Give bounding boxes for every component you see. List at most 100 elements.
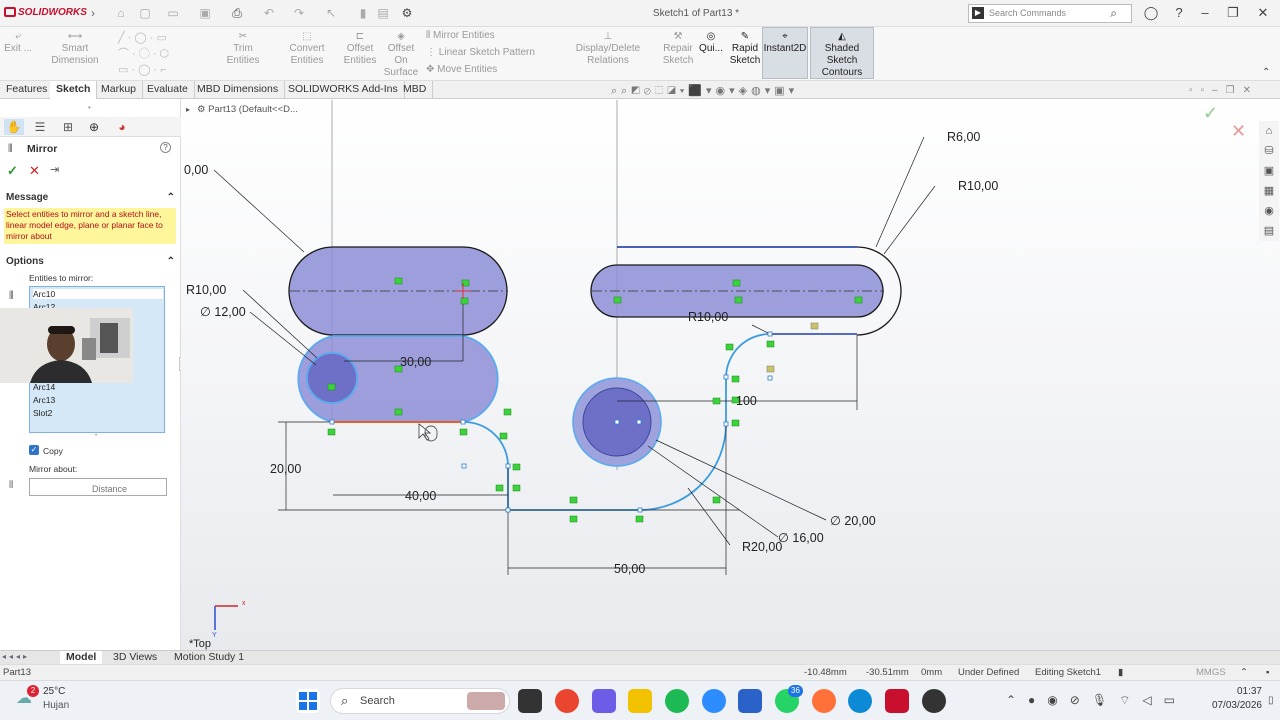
- feature-manager-icon[interactable]: ✋: [4, 119, 24, 135]
- trim-entities-button[interactable]: ✂ Trim Entities: [216, 31, 270, 67]
- offset-on-surface-button[interactable]: ◈ Offset On Surface: [380, 31, 422, 79]
- cancel-x-icon[interactable]: ✕: [29, 163, 40, 179]
- tab-3d-views[interactable]: 3D Views: [107, 651, 163, 665]
- task-pane-tabs[interactable]: ⌂ ⛁ ▣ ▦ ◉ ▤: [1259, 121, 1279, 241]
- display-delete-relations-button[interactable]: ⊥ Display/Delete Relations: [556, 31, 660, 67]
- offset-entities-button[interactable]: ⊏ Offset Entities: [342, 31, 378, 67]
- rebuild-icon[interactable]: ▮: [356, 6, 370, 20]
- list-resize-grip[interactable]: •: [95, 433, 97, 439]
- tab-scroll-arrows[interactable]: ◂◂◂▸: [2, 652, 30, 661]
- solidworks-logo[interactable]: SOLIDWORKS: [4, 7, 87, 18]
- rebuild-icon[interactable]: ▮: [1118, 667, 1123, 678]
- mirror-entities-button[interactable]: ⫴ Mirror Entities: [426, 30, 495, 42]
- shaded-sketch-contours-button[interactable]: ◭ Shaded Sketch Contours: [810, 27, 874, 79]
- chevron-up-icon[interactable]: ⌃: [1240, 667, 1248, 678]
- save-icon[interactable]: ▣: [198, 6, 212, 20]
- message-header[interactable]: Message ⌃: [0, 190, 181, 206]
- chrome-icon[interactable]: [555, 689, 579, 713]
- sketch-svg[interactable]: 0,00 R10,00 ∅ 12,00 30,00 20,00 40,00 R1…: [181, 99, 1280, 650]
- webcam-image: [0, 308, 133, 383]
- print-icon[interactable]: ⎙: [230, 6, 244, 20]
- list-item[interactable]: Arc14: [33, 382, 55, 392]
- document-title: Sketch1 of Part13 *: [652, 8, 740, 19]
- list-item[interactable]: Arc10: [33, 289, 163, 299]
- status-y: -30.51mm: [866, 667, 909, 678]
- options-header[interactable]: Options ⌃: [0, 254, 181, 270]
- copy-checkbox[interactable]: ✓: [29, 445, 39, 455]
- linear-sketch-pattern-button[interactable]: ⋮ Linear Sketch Pattern: [426, 47, 535, 59]
- search-commands-input[interactable]: ▶ Search Commands ⌕: [968, 4, 1132, 23]
- task-view-icon[interactable]: [518, 689, 542, 713]
- taskbar-search[interactable]: ⌕ Search: [330, 688, 510, 714]
- rapid-sketch-button[interactable]: ✎ Rapid Sketch: [728, 31, 762, 67]
- viewport-controls[interactable]: ▫▫–❐✕: [1189, 85, 1259, 96]
- display-manager-icon[interactable]: ◕: [112, 119, 132, 135]
- windows-start-icon[interactable]: [296, 689, 320, 713]
- edge-icon[interactable]: [848, 689, 872, 713]
- tab-model[interactable]: Model: [60, 651, 103, 665]
- undo-icon[interactable]: ↶: [262, 6, 276, 20]
- move-entities-button[interactable]: ✥ Move Entities: [426, 64, 497, 76]
- property-manager-icon[interactable]: ☰: [30, 119, 50, 135]
- clock-date[interactable]: 07/03/2026: [1208, 700, 1262, 711]
- zoom-icon[interactable]: [702, 689, 726, 713]
- tab-solidworks-addins[interactable]: SOLIDWORKS Add-Ins: [282, 81, 405, 99]
- smart-dimension-button[interactable]: ⟷ Smart Dimension: [38, 31, 112, 67]
- tab-markup[interactable]: Markup: [95, 81, 144, 99]
- chevron-right-icon[interactable]: ›: [86, 6, 100, 20]
- solidworks-taskbar-icon[interactable]: [885, 689, 909, 713]
- spotify-icon[interactable]: [665, 689, 689, 713]
- open-icon[interactable]: ▭: [166, 6, 180, 20]
- help-icon[interactable]: ?: [1170, 5, 1188, 21]
- file-explorer-icon[interactable]: [628, 689, 652, 713]
- pushpin-icon[interactable]: ⇥: [50, 163, 59, 176]
- tab-mbd-dimensions[interactable]: MBD Dimensions: [191, 81, 286, 99]
- options-gear-icon[interactable]: ⚙: [400, 6, 414, 20]
- list-item[interactable]: Arc13: [33, 395, 55, 405]
- dim-text: ∅ 20,00: [830, 514, 876, 528]
- instant2d-button[interactable]: ⌖ Instant2D: [762, 27, 808, 79]
- store-icon[interactable]: [738, 689, 762, 713]
- firefox-icon[interactable]: [812, 689, 836, 713]
- help-icon[interactable]: ?: [160, 142, 171, 153]
- search-icon[interactable]: ⌕: [1110, 6, 1117, 21]
- dimxpert-icon[interactable]: ⊕: [84, 119, 104, 135]
- user-icon[interactable]: ◯: [1142, 5, 1160, 21]
- mouse-cursor-icon: [418, 423, 438, 442]
- convert-entities-button[interactable]: ⬚ Convert Entities: [272, 31, 342, 67]
- minimize-icon[interactable]: –: [1196, 5, 1214, 21]
- quick-snaps-button[interactable]: ◎ Qui...: [698, 31, 724, 55]
- clock-time[interactable]: 01:37: [1228, 686, 1262, 697]
- repair-sketch-button[interactable]: ⚒ Repair Sketch: [660, 31, 696, 67]
- tab-sketch[interactable]: Sketch: [50, 81, 98, 99]
- select-icon[interactable]: ↖: [324, 6, 338, 20]
- copilot-icon[interactable]: [592, 689, 616, 713]
- tab-mbd[interactable]: MBD: [397, 81, 434, 99]
- obs-icon[interactable]: [922, 689, 946, 713]
- notification-icon[interactable]: ▯: [1268, 695, 1274, 706]
- heads-up-toolbar[interactable]: ⌕⌕◩⊘⬚◪▾⬛▾◉▾◈◍▾▣▾: [611, 84, 798, 98]
- copy-label: Copy: [43, 446, 63, 456]
- sketch-entities-group[interactable]: ╱ · ◯ · ▭ ⌒ · ◯ · ⬡ ▭ · ◯ · ⌐: [118, 30, 210, 78]
- exit-sketch-button[interactable]: ⤶ Exit ...: [4, 31, 32, 55]
- dim-text: R10,00: [186, 283, 226, 297]
- tab-features[interactable]: Features: [0, 81, 55, 99]
- status-button[interactable]: ▪: [1266, 667, 1269, 678]
- system-tray-icons[interactable]: ⌃●◉⊘🎙⌔◁▭: [1006, 693, 1187, 708]
- redo-icon[interactable]: ↷: [292, 6, 306, 20]
- graphics-area[interactable]: ▸ ⚙ Part13 (Default<<D... ⌕⌕◩⊘⬚◪▾⬛▾◉▾◈◍▾…: [181, 85, 1280, 650]
- mirror-about-field[interactable]: Distance: [29, 478, 167, 496]
- collapse-icon[interactable]: ⌃: [1262, 67, 1270, 78]
- home-icon[interactable]: ⌂: [114, 6, 128, 20]
- tab-evaluate[interactable]: Evaluate: [141, 81, 195, 99]
- status-units[interactable]: MMGS: [1196, 667, 1226, 678]
- configuration-manager-icon[interactable]: ⊞: [58, 119, 78, 135]
- restore-icon[interactable]: ❐: [1224, 5, 1242, 21]
- file-properties-icon[interactable]: ▤: [376, 6, 390, 20]
- list-item[interactable]: Slot2: [33, 408, 52, 418]
- tab-motion-study[interactable]: Motion Study 1: [168, 651, 250, 665]
- close-icon[interactable]: ✕: [1254, 5, 1272, 21]
- ok-check-icon[interactable]: ✓: [7, 163, 18, 179]
- new-icon[interactable]: ▢: [138, 6, 152, 20]
- panel-grip[interactable]: •: [88, 103, 91, 112]
